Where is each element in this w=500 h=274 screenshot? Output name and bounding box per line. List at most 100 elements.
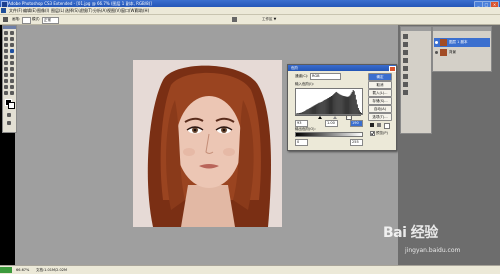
brush-preset-picker[interactable] [22, 17, 31, 24]
type-tool-icon[interactable] [10, 73, 14, 77]
input-black-field[interactable]: 93 [295, 120, 308, 127]
layer-name: 图层 1 副本 [449, 40, 467, 45]
marquee-tool-icon[interactable] [10, 31, 14, 35]
menu-view[interactable]: 视图(V) [107, 8, 121, 14]
output-black-field[interactable]: 0 [295, 139, 308, 146]
white-eyedropper-icon[interactable] [384, 123, 390, 129]
histogram-bar [332, 95, 333, 114]
histogram-icon[interactable] [403, 42, 408, 47]
output-white-field[interactable]: 255 [350, 139, 363, 146]
gradient-tool-icon[interactable] [10, 61, 14, 65]
histogram-bar [326, 99, 327, 114]
preview-checkbox[interactable] [370, 131, 375, 136]
close-icon[interactable] [389, 66, 396, 72]
input-white-field[interactable]: 190 [350, 120, 363, 127]
menu-select[interactable]: 选择(S) [65, 8, 79, 14]
menu-image[interactable]: 图像(I) [37, 8, 49, 14]
options-button[interactable]: 选项(T)... [368, 113, 392, 121]
layer-row[interactable]: 图层 1 副本 [434, 38, 490, 47]
dodge-tool-icon[interactable] [10, 67, 14, 71]
input-white-slider[interactable] [347, 116, 351, 119]
background-color-swatch[interactable] [8, 102, 15, 109]
brush-tool-icon[interactable] [3, 17, 8, 22]
color-icon[interactable] [403, 58, 408, 63]
start-button[interactable] [0, 267, 12, 273]
histogram-bar [314, 106, 315, 114]
move-tool-icon[interactable] [4, 31, 8, 35]
document-canvas[interactable] [133, 60, 282, 227]
airbrush-icon[interactable] [232, 17, 237, 22]
styles-icon[interactable] [403, 74, 408, 79]
ok-button[interactable]: 确定 [368, 73, 392, 81]
menu-help[interactable]: 帮助(H) [135, 8, 149, 14]
histogram-bar [319, 103, 320, 114]
actions-icon[interactable] [403, 90, 408, 95]
path-select-tool-icon[interactable] [4, 79, 8, 83]
load-button[interactable]: 载入(L)... [368, 89, 392, 97]
menu-window[interactable]: 窗口(W) [121, 8, 136, 14]
info-icon[interactable] [403, 50, 408, 55]
eraser-tool-icon[interactable] [4, 61, 8, 65]
histogram-bar [353, 90, 354, 114]
swatches-icon[interactable] [403, 66, 408, 71]
input-gamma-field[interactable]: 1.00 [325, 120, 338, 127]
navigator-icon[interactable] [403, 34, 408, 39]
mode-select[interactable]: 正常 [42, 17, 59, 24]
panel-tab-strip[interactable] [401, 27, 431, 31]
input-gamma-slider[interactable] [333, 116, 337, 119]
input-slider-track[interactable] [295, 115, 361, 116]
channel-select[interactable]: RGB [310, 73, 341, 80]
zoom-level[interactable]: 66.67% [16, 268, 29, 272]
histogram-bar [335, 92, 336, 114]
histogram-bar [357, 104, 358, 114]
cancel-button[interactable]: 取消 [368, 81, 392, 89]
histogram-bar [311, 107, 312, 114]
visibility-eye-icon[interactable] [435, 41, 438, 44]
histogram-bar [313, 106, 314, 114]
brush-tool-icon[interactable] [10, 49, 14, 53]
history-brush-tool-icon[interactable] [10, 55, 14, 59]
screen-mode-icon[interactable] [7, 121, 11, 125]
histogram-bar [359, 110, 360, 114]
menu-filter[interactable]: 滤镜(T) [79, 8, 93, 14]
workspace-menu[interactable]: 工作区 ▼ [262, 17, 276, 22]
zoom-tool-icon[interactable] [10, 91, 14, 95]
save-button[interactable]: 存储(S)... [368, 97, 392, 105]
notes-tool-icon[interactable] [4, 85, 8, 89]
black-eyedropper-icon[interactable] [370, 123, 374, 127]
levels-dialog-titlebar[interactable]: 色阶 [288, 65, 396, 71]
quick-mask-icon[interactable] [7, 113, 11, 117]
histogram-bar [328, 98, 329, 114]
histogram-bar [336, 92, 337, 114]
shape-tool-icon[interactable] [10, 79, 14, 83]
slice-tool-icon[interactable] [10, 43, 14, 47]
histogram-bar [346, 96, 347, 114]
menu-file[interactable]: 文件(F) [9, 8, 22, 14]
layers-panel-tabs[interactable] [433, 27, 491, 31]
histogram-bar [317, 104, 318, 114]
layer-thumbnail [440, 49, 447, 56]
eyedropper-tool-icon[interactable] [10, 85, 14, 89]
pen-tool-icon[interactable] [4, 73, 8, 77]
auto-button[interactable]: 自动(A) [368, 105, 392, 113]
menu-layer[interactable]: 图层(L) [51, 8, 64, 14]
lasso-tool-icon[interactable] [4, 37, 8, 41]
blur-tool-icon[interactable] [4, 67, 8, 71]
input-black-slider[interactable] [318, 116, 322, 119]
hand-tool-icon[interactable] [4, 91, 8, 95]
histogram-bar [338, 94, 339, 114]
histogram-bar [330, 97, 331, 114]
crop-tool-icon[interactable] [4, 43, 8, 47]
magic-wand-tool-icon[interactable] [10, 37, 14, 41]
history-icon[interactable] [403, 82, 408, 87]
histogram-bar [316, 104, 317, 114]
visibility-eye-icon[interactable] [435, 51, 438, 54]
portrait-photo [133, 60, 282, 227]
menu-edit[interactable]: 编辑(E) [23, 8, 37, 14]
menu-analysis[interactable]: 分析(A) [93, 8, 107, 14]
healing-tool-icon[interactable] [4, 49, 8, 53]
levels-dialog[interactable]: 色阶 通道(C): RGB 输入色阶(I): 93 1.00 190 输出色阶(… [287, 64, 397, 151]
stamp-tool-icon[interactable] [4, 55, 8, 59]
layer-row[interactable]: 背景 [434, 48, 490, 57]
gray-eyedropper-icon[interactable] [377, 123, 381, 127]
